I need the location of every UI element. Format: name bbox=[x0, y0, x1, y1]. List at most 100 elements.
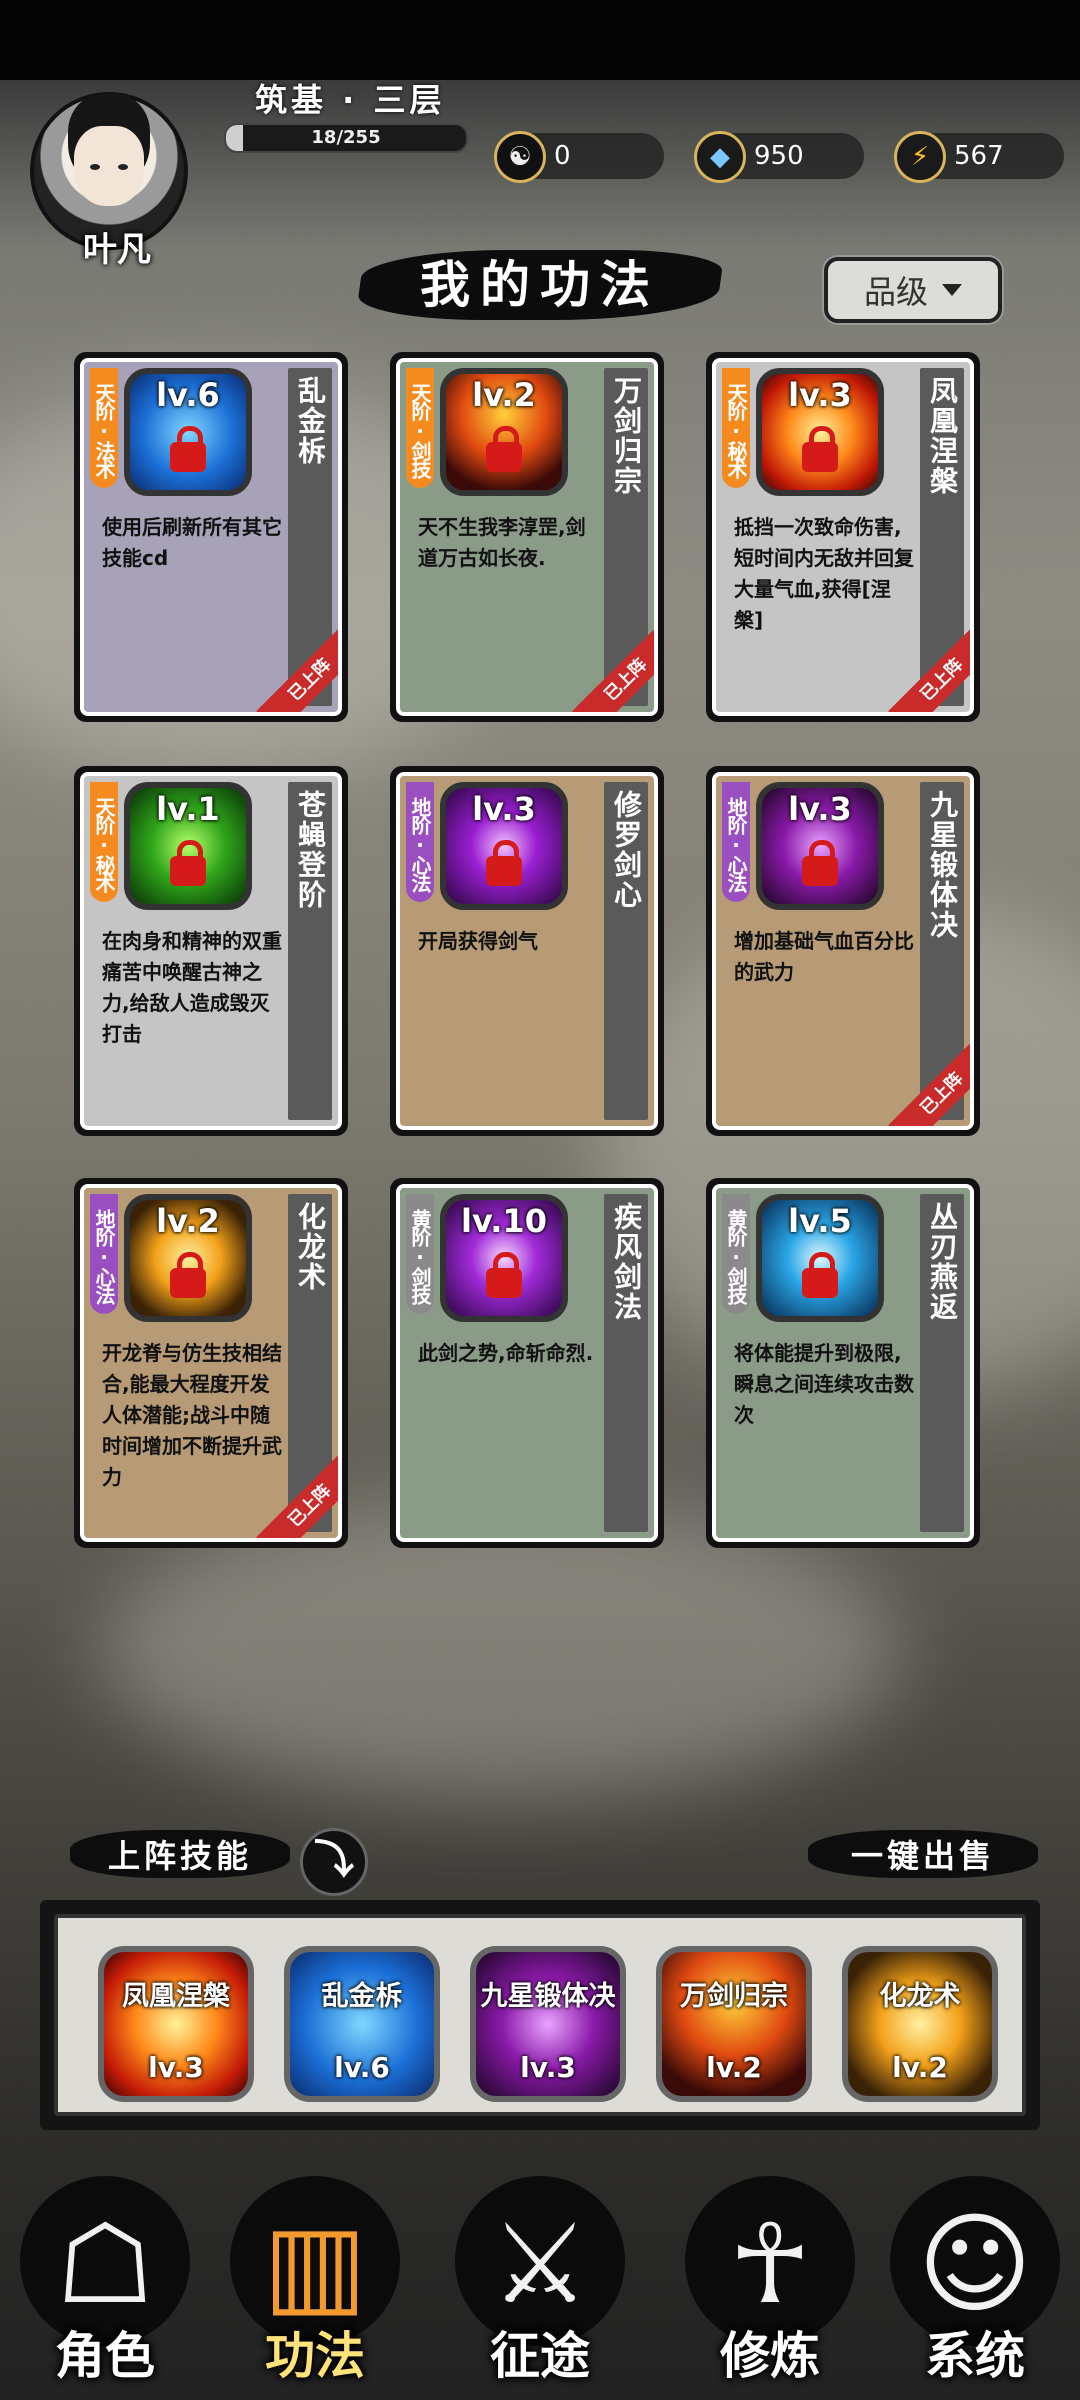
page-title: 我的功法 bbox=[420, 256, 660, 314]
equipped-skill-slot[interactable]: 九星锻体决 lv.3 bbox=[470, 1946, 626, 2102]
lock-icon bbox=[802, 1252, 838, 1298]
realm-level: 筑基 · 三层 bbox=[255, 81, 446, 119]
skill-card-body: 天阶·秘术 lv.1 苍蝇登阶 在肉身和精神的双重痛苦中唤醒古神之力,给敌人造成… bbox=[80, 772, 342, 1130]
skill-level: lv.2 bbox=[156, 1202, 220, 1240]
skill-card-body: 地阶·心法 lv.3 九星锻体决 增加基础气血百分比的武力 已上阵 bbox=[712, 772, 974, 1130]
skill-icon: lv.3 bbox=[440, 782, 568, 910]
sell-all-label: 一键出售 bbox=[850, 1837, 995, 1875]
skill-card[interactable]: 黄阶·剑技 lv.5 丛刃燕返 将体能提升到极限,瞬息之间连续攻击数次 bbox=[706, 1178, 980, 1548]
equipped-skill-slot[interactable]: 乱金柝 lv.6 bbox=[284, 1946, 440, 2102]
equipped-skill-slot[interactable]: 化龙术 lv.2 bbox=[842, 1946, 998, 2102]
skill-description: 开龙脊与仿生技相结合,能最大程度开发人体潜能;战斗中随时间增加不断提升武力 bbox=[102, 1341, 282, 1489]
lock-icon bbox=[170, 840, 206, 886]
skill-icon: lv.1 bbox=[124, 782, 252, 910]
skill-icon: lv.10 bbox=[440, 1194, 568, 1322]
slot-skill-name: 九星锻体决 bbox=[480, 1981, 616, 2012]
exp-text: 18/255 bbox=[311, 127, 381, 148]
meditation-icon: ☥ bbox=[728, 2200, 812, 2328]
slot-skill-name: 乱金柝 bbox=[321, 1981, 403, 2012]
avatar-eye bbox=[90, 164, 100, 170]
nav-item[interactable]: ▥ 功法 bbox=[210, 2140, 410, 2400]
book-icon: ▥ bbox=[263, 2200, 367, 2328]
skill-level: lv.1 bbox=[156, 790, 220, 828]
skill-name: 疾风剑法 bbox=[604, 1194, 648, 1532]
skill-card-body: 黄阶·剑技 lv.10 疾风剑法 此剑之势,命斩命烈. bbox=[396, 1184, 658, 1542]
slot-skill-level: lv.2 bbox=[706, 2051, 762, 2084]
skill-level: lv.3 bbox=[788, 376, 852, 414]
skill-card[interactable]: 天阶·秘术 lv.3 凤凰涅槃 抵挡一次致命伤害,短时间内无敌并回复大量气血,获… bbox=[706, 352, 980, 722]
skill-icon: lv.6 bbox=[124, 368, 252, 496]
equipped-panel-inner: 凤凰涅槃 lv.3 乱金柝 lv.6 九星锻体决 lv.3 万剑归宗 lv.2 化龙术 … bbox=[54, 1914, 1026, 2116]
chevron-down-icon bbox=[942, 284, 962, 296]
resource-value: 0 bbox=[554, 141, 571, 171]
skill-description: 此剑之势,命斩命烈. bbox=[418, 1341, 594, 1365]
nav-item[interactable]: ☺ 系统 bbox=[870, 2140, 1070, 2400]
system-icon: ☺ bbox=[917, 2200, 1033, 2328]
lightning-icon: ⚡ bbox=[894, 131, 946, 183]
sort-dropdown[interactable]: 品级 bbox=[824, 257, 1002, 323]
skill-card[interactable]: 地阶·心法 lv.3 修罗剑心 开局获得剑气 bbox=[390, 766, 664, 1136]
lock-icon bbox=[802, 840, 838, 886]
skill-icon: lv.2 bbox=[440, 368, 568, 496]
skill-card-body: 黄阶·剑技 lv.5 丛刃燕返 将体能提升到极限,瞬息之间连续攻击数次 bbox=[712, 1184, 974, 1542]
skill-card-body: 天阶·秘术 lv.3 凤凰涅槃 抵挡一次致命伤害,短时间内无敌并回复大量气血,获… bbox=[712, 358, 974, 716]
skill-level: lv.10 bbox=[461, 1202, 547, 1240]
slot-skill-level: lv.6 bbox=[334, 2051, 390, 2084]
skill-card[interactable]: 天阶·剑技 lv.2 万剑归宗 天不生我李淳罡,剑道万古如长夜. 已上阵 bbox=[390, 352, 664, 722]
skill-icon: lv.5 bbox=[756, 1194, 884, 1322]
lock-icon bbox=[170, 1252, 206, 1298]
slot-skill-name: 化龙术 bbox=[879, 1981, 961, 2012]
slot-skill-level: lv.3 bbox=[148, 2051, 204, 2084]
equipped-skill-slot[interactable]: 万剑归宗 lv.2 bbox=[656, 1946, 812, 2102]
equipped-label-text: 上阵技能 bbox=[107, 1837, 252, 1875]
lock-icon bbox=[486, 840, 522, 886]
lock-icon bbox=[486, 1252, 522, 1298]
nav-label: 角色 bbox=[55, 2327, 155, 2385]
skill-icon: lv.3 bbox=[756, 782, 884, 910]
skill-icon: lv.3 bbox=[756, 368, 884, 496]
skill-name: 修罗剑心 bbox=[604, 782, 648, 1120]
nav-item[interactable]: ☥ 修炼 bbox=[665, 2140, 865, 2400]
spirit-stone-icon: ◆ bbox=[694, 131, 746, 183]
sword-icon: ⚔ bbox=[490, 2200, 590, 2328]
arrow-down-icon[interactable]: ⤵ bbox=[300, 1828, 368, 1896]
skill-description: 天不生我李淳罡,剑道万古如长夜. bbox=[418, 515, 586, 570]
nav-label: 功法 bbox=[265, 2327, 365, 2385]
status-bar bbox=[0, 0, 1080, 80]
yin-yang-icon: ☯ bbox=[494, 131, 546, 183]
player-name: 叶凡 bbox=[83, 230, 151, 270]
skill-description: 开局获得剑气 bbox=[418, 929, 538, 953]
skill-grade-tag: 天阶·秘术 bbox=[722, 368, 750, 488]
bottom-navigation: ☖ 角色 ▥ 功法 ⚔ 征途 ☥ 修炼 ☺ 系统 bbox=[0, 2140, 1080, 2400]
equipped-panel: 凤凰涅槃 lv.3 乱金柝 lv.6 九星锻体决 lv.3 万剑归宗 lv.2 化龙术 … bbox=[40, 1900, 1040, 2130]
resource-lightning[interactable]: ⚡ 567 bbox=[894, 131, 1064, 183]
character-icon: ☖ bbox=[55, 2200, 155, 2328]
skill-card[interactable]: 天阶·法术 lv.6 乱金柝 使用后刷新所有其它技能cd 已上阵 bbox=[74, 352, 348, 722]
avatar-eye bbox=[118, 164, 128, 170]
equipped-skill-slot[interactable]: 凤凰涅槃 lv.3 bbox=[98, 1946, 254, 2102]
sell-all-button[interactable]: 一键出售 bbox=[808, 1822, 1038, 1886]
skill-card[interactable]: 黄阶·剑技 lv.10 疾风剑法 此剑之势,命斩命烈. bbox=[390, 1178, 664, 1548]
skill-level: lv.3 bbox=[788, 790, 852, 828]
lock-icon bbox=[802, 426, 838, 472]
skill-grade-tag: 地阶·心法 bbox=[406, 782, 434, 902]
slot-skill-name: 万剑归宗 bbox=[680, 1981, 788, 2012]
lock-icon bbox=[486, 426, 522, 472]
equipped-section-label: 上阵技能 bbox=[70, 1822, 290, 1886]
resource-value: 567 bbox=[954, 141, 1004, 171]
avatar-face bbox=[74, 126, 144, 206]
nav-item[interactable]: ☖ 角色 bbox=[0, 2140, 200, 2400]
sort-label: 品级 bbox=[863, 273, 928, 311]
skill-card-body: 地阶·心法 lv.3 修罗剑心 开局获得剑气 bbox=[396, 772, 658, 1130]
skill-card[interactable]: 地阶·心法 lv.2 化龙术 开龙脊与仿生技相结合,能最大程度开发人体潜能;战斗… bbox=[74, 1178, 348, 1548]
lock-icon bbox=[170, 426, 206, 472]
skill-level: lv.6 bbox=[156, 376, 220, 414]
skill-grade-tag: 天阶·秘术 bbox=[90, 782, 118, 902]
skill-level: lv.2 bbox=[472, 376, 536, 414]
nav-item[interactable]: ⚔ 征途 bbox=[435, 2140, 635, 2400]
skill-card[interactable]: 天阶·秘术 lv.1 苍蝇登阶 在肉身和精神的双重痛苦中唤醒古神之力,给敌人造成… bbox=[74, 766, 348, 1136]
skill-level: lv.3 bbox=[472, 790, 536, 828]
resource-spirit-stone[interactable]: ◆ 950 bbox=[694, 131, 864, 183]
skill-card[interactable]: 地阶·心法 lv.3 九星锻体决 增加基础气血百分比的武力 已上阵 bbox=[706, 766, 980, 1136]
resource-yinyang[interactable]: ☯ 0 bbox=[494, 131, 664, 183]
